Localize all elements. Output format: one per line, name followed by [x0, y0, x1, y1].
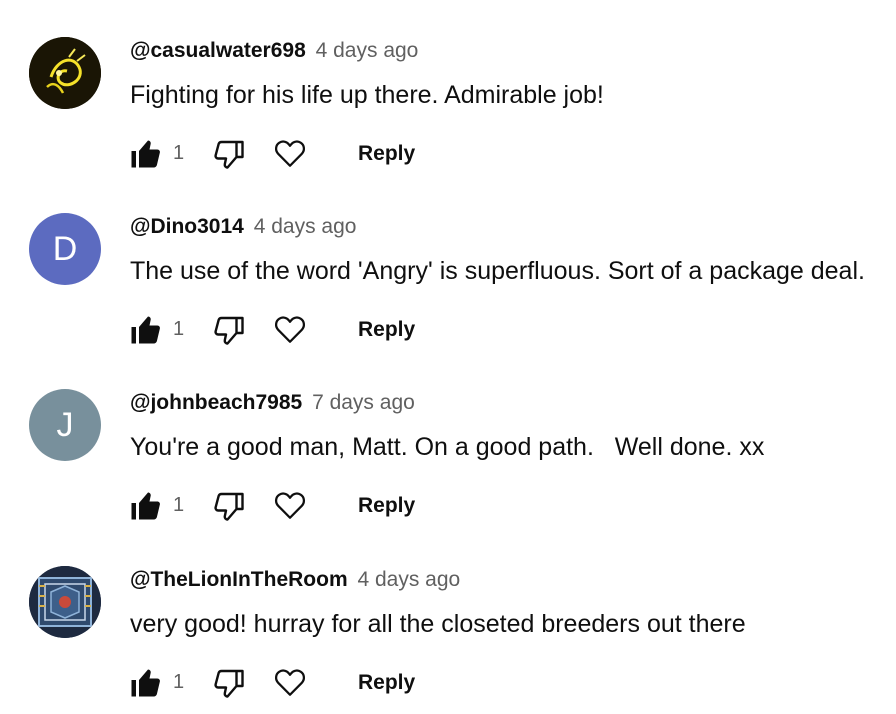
avatar[interactable] — [29, 37, 101, 109]
heart-icon[interactable] — [272, 311, 308, 347]
thumbs-down-icon[interactable] — [211, 136, 247, 172]
reply-button[interactable]: Reply — [358, 318, 415, 342]
thumbs-down-icon[interactable] — [211, 312, 247, 348]
heart-icon[interactable] — [272, 135, 308, 171]
comment-time[interactable]: 7 days ago — [312, 391, 415, 414]
comment-actions: 1 Reply — [0, 134, 896, 172]
heart-icon[interactable] — [272, 487, 308, 523]
author-name[interactable]: @Dino3014 — [130, 215, 244, 238]
author-name[interactable]: @TheLionInTheRoom — [130, 568, 348, 591]
avatar-letter: D — [52, 230, 78, 268]
comment-text: very good! hurray for all the closeted b… — [130, 610, 746, 638]
glowing-figure-avatar-image — [29, 37, 101, 109]
comment-header: @Dino3014 4 days ago — [130, 215, 356, 239]
comment-text: Fighting for his life up there. Admirabl… — [130, 81, 604, 109]
comment-item: D @Dino3014 4 days ago The use of the wo… — [0, 176, 896, 352]
author-name[interactable]: @johnbeach7985 — [130, 391, 302, 414]
comment-header: @johnbeach7985 7 days ago — [130, 391, 415, 415]
like-count: 1 — [173, 318, 185, 340]
comment-time[interactable]: 4 days ago — [357, 568, 460, 591]
thumbs-down-icon[interactable] — [211, 488, 247, 524]
like-count: 1 — [173, 671, 185, 693]
comment-text: The use of the word 'Angry' is superfluo… — [130, 257, 865, 285]
avatar[interactable] — [29, 566, 101, 638]
comment-header: @TheLionInTheRoom 4 days ago — [130, 568, 460, 592]
avatar-letter: J — [56, 406, 74, 444]
author-name[interactable]: @casualwater698 — [130, 39, 306, 62]
comment-item: J @johnbeach7985 7 days ago You're a goo… — [0, 352, 896, 528]
comment-actions: 1 Reply — [0, 486, 896, 524]
comment-item: @casualwater698 4 days ago Fighting for … — [0, 0, 896, 176]
comment-item: @TheLionInTheRoom 4 days ago very good! … — [0, 529, 896, 705]
avatar[interactable]: J — [29, 389, 101, 461]
like-count: 1 — [173, 494, 185, 516]
thumbs-up-icon[interactable] — [127, 488, 163, 524]
reply-button[interactable]: Reply — [358, 494, 415, 518]
comment-time[interactable]: 4 days ago — [316, 39, 419, 62]
comment-text: You're a good man, Matt. On a good path.… — [130, 433, 765, 461]
reply-button[interactable]: Reply — [358, 142, 415, 166]
comment-actions: 1 Reply — [0, 663, 896, 701]
comment-actions: 1 Reply — [0, 310, 896, 348]
like-count: 1 — [173, 142, 185, 164]
heart-icon[interactable] — [272, 664, 308, 700]
thumbs-down-icon[interactable] — [211, 665, 247, 701]
thumbs-up-icon[interactable] — [127, 665, 163, 701]
thumbs-up-icon[interactable] — [127, 312, 163, 348]
comment-time[interactable]: 4 days ago — [254, 215, 357, 238]
thumbs-up-icon[interactable] — [127, 136, 163, 172]
reply-button[interactable]: Reply — [358, 671, 415, 695]
patterned-tapestry-avatar-image — [29, 566, 101, 638]
avatar[interactable]: D — [29, 213, 101, 285]
comment-header: @casualwater698 4 days ago — [130, 39, 418, 63]
